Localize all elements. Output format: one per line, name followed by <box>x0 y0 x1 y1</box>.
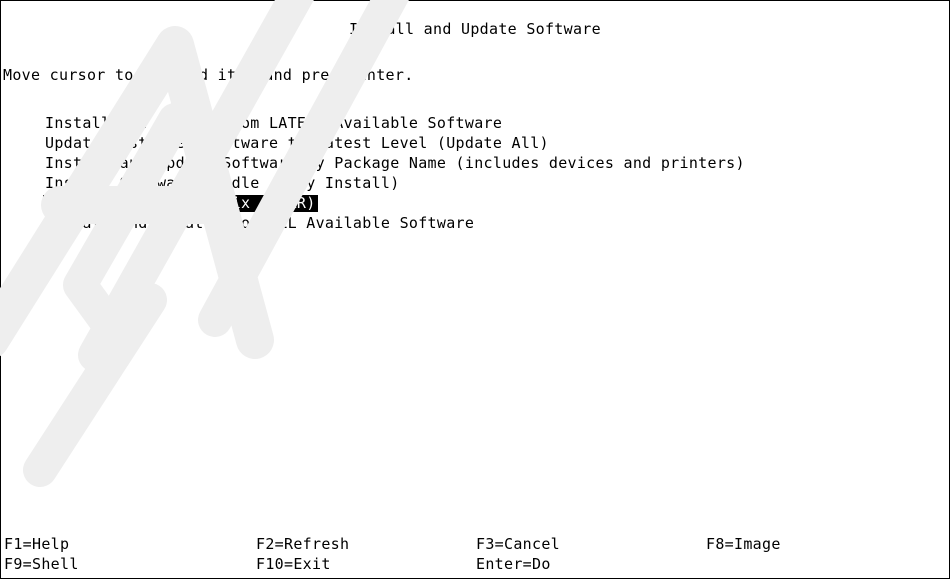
menu-item-install-by-package-name[interactable]: Install and Update Software by Package N… <box>45 153 747 173</box>
f10-exit-key[interactable]: F10=Exit <box>256 554 331 574</box>
f8-image-key[interactable]: F8=Image <box>706 534 781 554</box>
menu-item-label: Install and Update Software by Package N… <box>45 154 745 172</box>
function-key-row: F1=Help F2=Refresh F3=Cancel F8=Image <box>4 534 944 554</box>
menu-item-install-update-latest[interactable]: Install and Update from LATEST Available… <box>45 113 747 133</box>
menu-item-update-by-fix[interactable]: Update Software by Fix (APAR) <box>43 193 747 213</box>
f2-refresh-key[interactable]: F2=Refresh <box>256 534 349 554</box>
menu-item-label: Update Software by Fix (APAR) <box>43 194 318 212</box>
menu-item-update-all[interactable]: Update Installed Software to Latest Leve… <box>45 133 747 153</box>
smit-terminal-screen: Install and Update Software Move cursor … <box>0 0 950 579</box>
screen-title: Install and Update Software <box>349 20 601 38</box>
function-key-row: F9=Shell F10=Exit Enter=Do <box>4 554 944 574</box>
menu-item-label: Install and Update from LATEST Available… <box>45 114 503 132</box>
function-key-bar: F1=Help F2=Refresh F3=Cancel F8=Image F9… <box>4 534 944 574</box>
instruction-text: Move cursor to desired item and press En… <box>3 66 414 84</box>
menu-list: Install and Update from LATEST Available… <box>43 113 747 233</box>
f9-shell-key[interactable]: F9=Shell <box>4 554 79 574</box>
menu-item-install-software-bundle[interactable]: Install Software Bundle (Easy Install) <box>45 173 747 193</box>
menu-item-label: Install and Update from ALL Available So… <box>45 214 475 232</box>
enter-do-key[interactable]: Enter=Do <box>476 554 551 574</box>
menu-item-install-update-all-available[interactable]: Install and Update from ALL Available So… <box>45 213 747 233</box>
menu-item-label: Install Software Bundle (Easy Install) <box>45 174 400 192</box>
f1-help-key[interactable]: F1=Help <box>4 534 69 554</box>
menu-item-label: Update Installed Software to Latest Leve… <box>45 134 549 152</box>
f3-cancel-key[interactable]: F3=Cancel <box>476 534 560 554</box>
